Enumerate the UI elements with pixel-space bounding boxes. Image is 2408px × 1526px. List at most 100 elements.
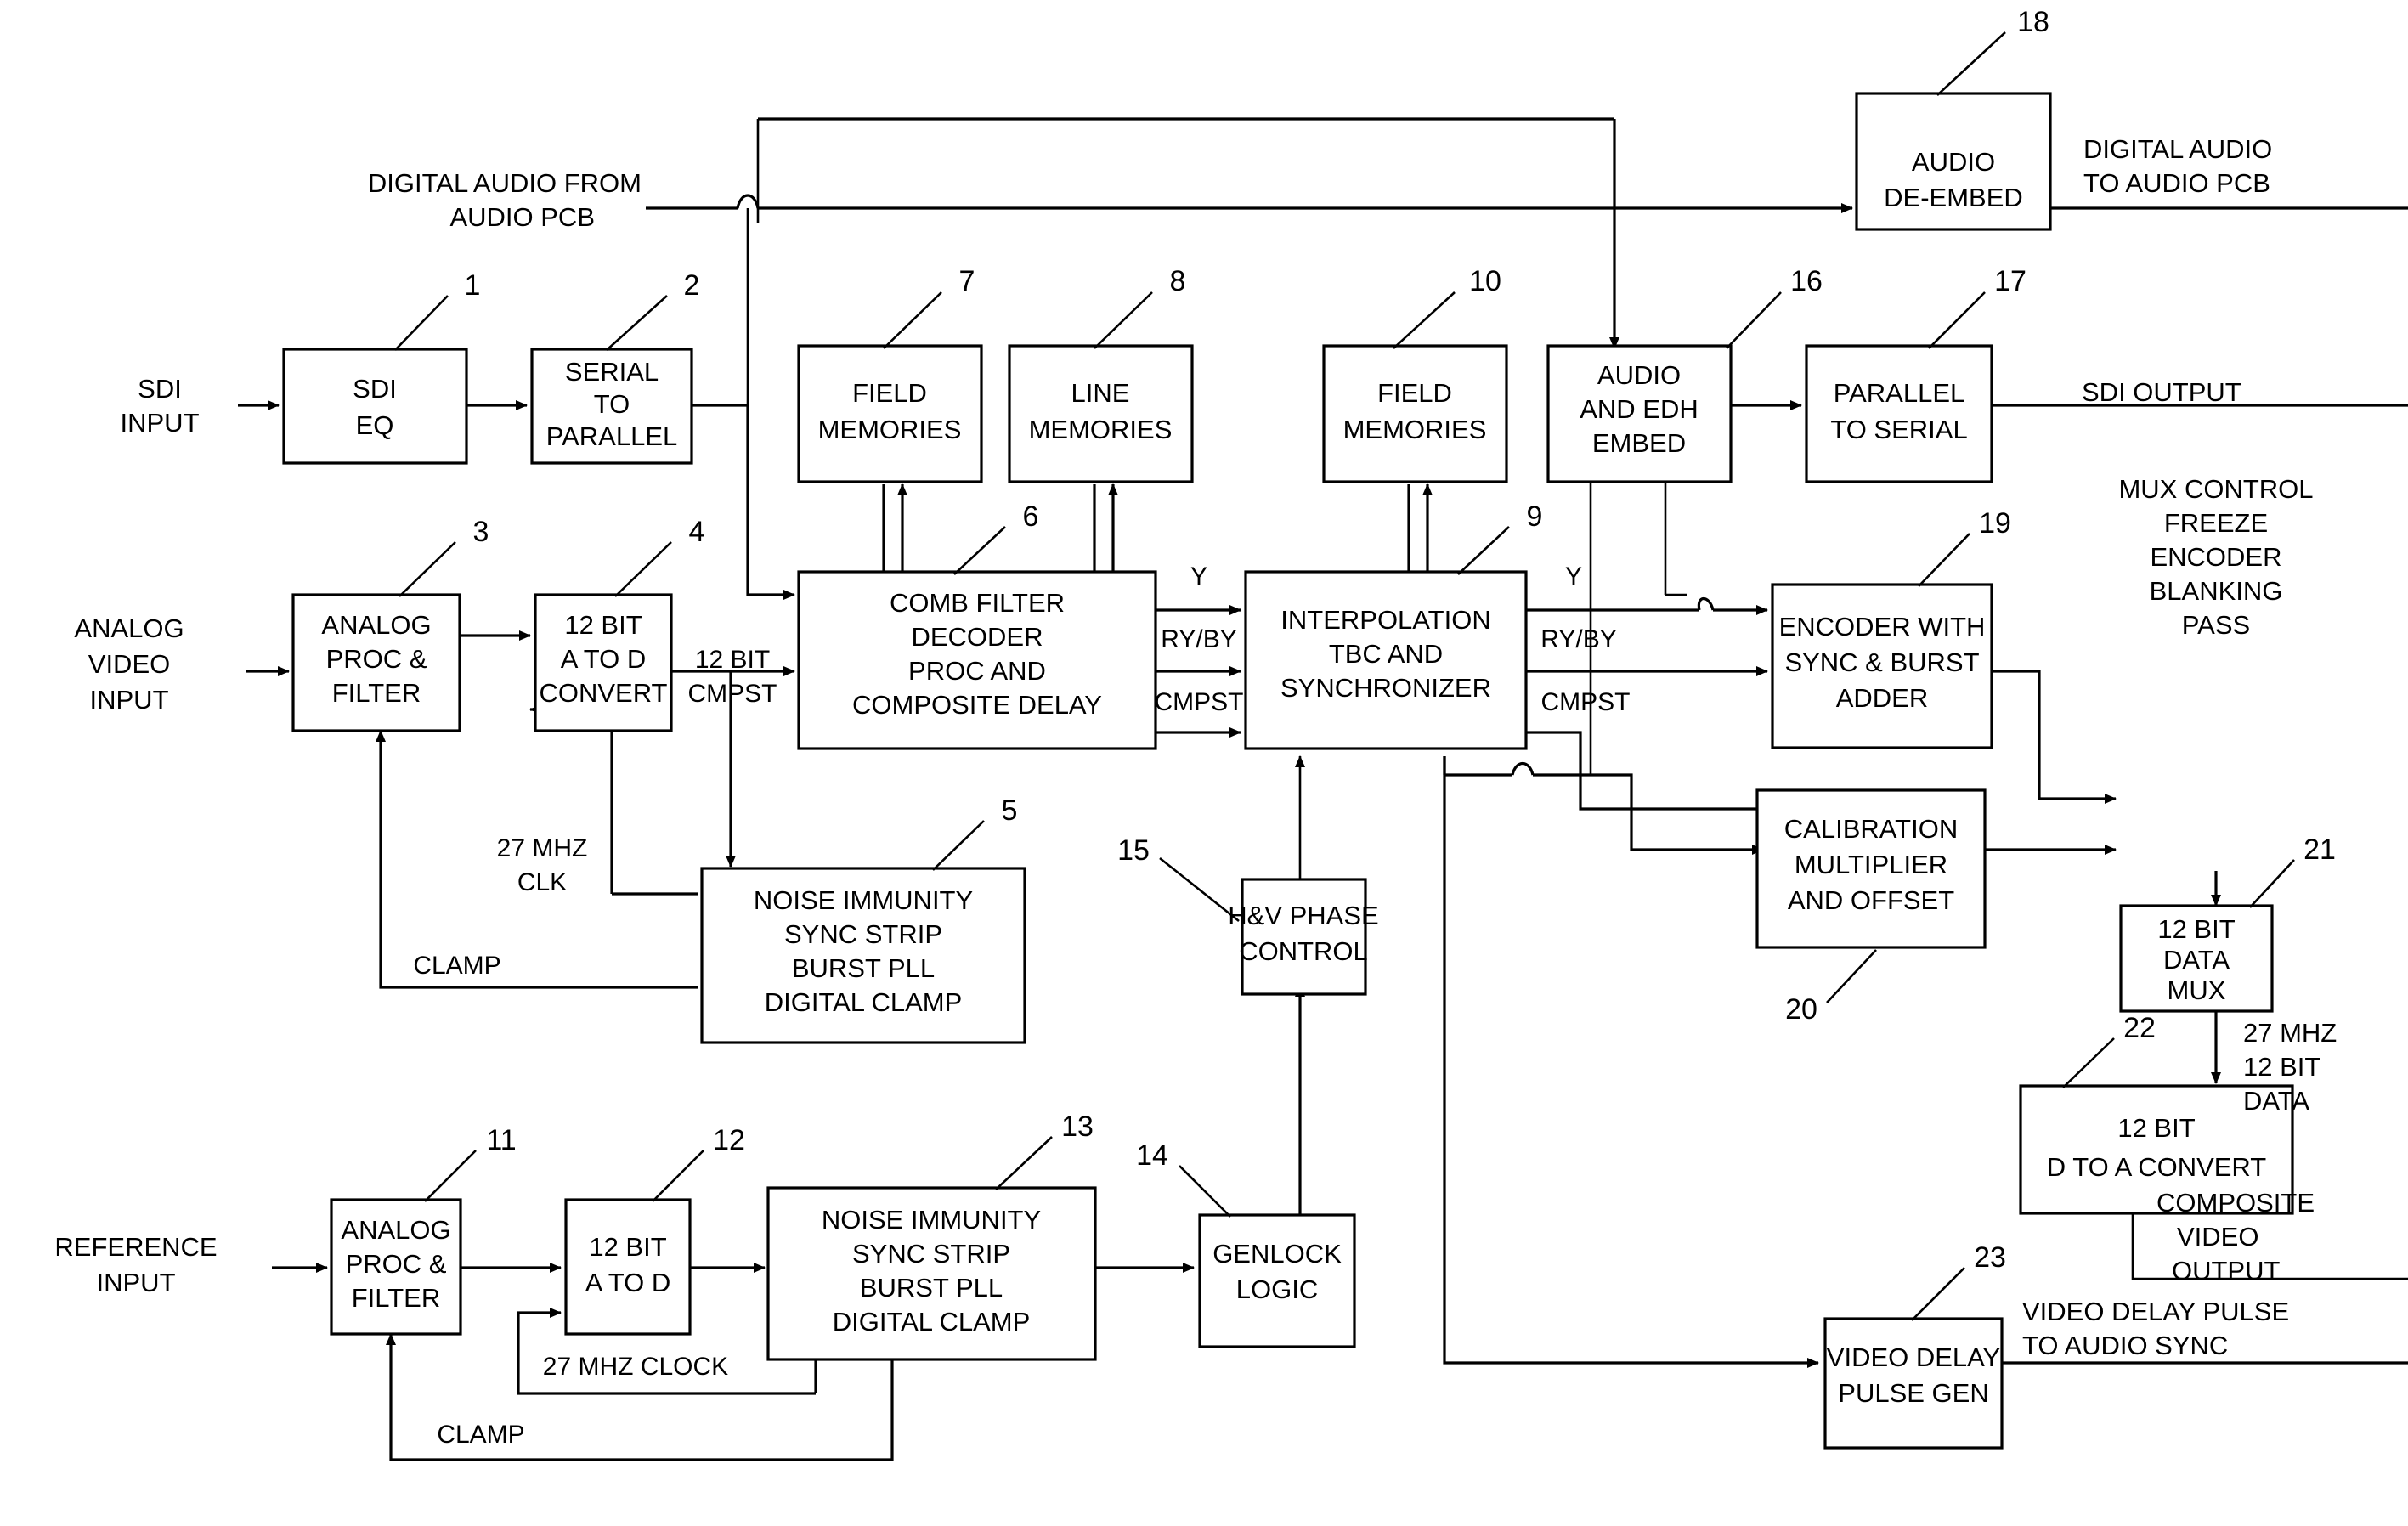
block-label-line: AUDIO [1912, 147, 1995, 177]
svg-text:SDI OUTPUT: SDI OUTPUT [2082, 377, 2241, 407]
block-a-to-d-convert-4[interactable]: 12 BIT A TO D CONVERT [534, 593, 673, 732]
label-composite-video-output: COMPOSITE VIDEO OUTPUT [2156, 1188, 2315, 1286]
block-label-line: MEMORIES [818, 415, 962, 444]
block-calibration-multiplier-offset[interactable]: CALIBRATION MULTIPLIER AND OFFSET [1755, 788, 1987, 949]
label-digital-audio-to-audio-pcb: DIGITAL AUDIO TO AUDIO PCB [2083, 134, 2272, 198]
block-label-line: VIDEO DELAY [1827, 1342, 2000, 1372]
block-label-line: MEMORIES [1343, 415, 1487, 444]
block-comb-filter-decoder[interactable]: COMB FILTER DECODER PROC AND COMPOSITE D… [797, 570, 1157, 750]
svg-text:COMPOSITE: COMPOSITE [2156, 1188, 2315, 1218]
block-label-line: EMBED [1592, 428, 1686, 458]
block-label-line: SYNC STRIP [784, 919, 942, 949]
block-audio-edh-embed[interactable]: AUDIO AND EDH EMBED [1546, 344, 1733, 483]
block-noise-immunity-5[interactable]: NOISE IMMUNITY SYNC STRIP BURST PLL DIGI… [700, 867, 1026, 1044]
svg-text:PASS: PASS [2182, 610, 2250, 640]
block-label-line: D TO A CONVERT [2047, 1152, 2266, 1182]
block-label-line: TO SERIAL [1830, 415, 1967, 444]
block-label-line: INTERPOLATION [1280, 605, 1490, 635]
ref-numeral: 18 [2017, 6, 2049, 38]
svg-text:INPUT: INPUT [90, 685, 169, 715]
ref-numeral: 16 [1790, 265, 1823, 297]
ref-numeral: 17 [1994, 265, 2026, 297]
svg-text:ANALOG: ANALOG [74, 613, 184, 643]
leader-14: 14 [1136, 1139, 1231, 1218]
block-label-line: PARALLEL [1834, 378, 1965, 408]
svg-text:27 MHZ CLOCK: 27 MHZ CLOCK [543, 1353, 728, 1381]
leader-11: 11 [424, 1124, 517, 1202]
label-27mhz-clock-lower: 27 MHZ CLOCK [543, 1353, 728, 1381]
block-label-line: AND EDH [1580, 394, 1699, 424]
leader-16: 16 [1726, 265, 1823, 349]
label-reference-input: REFERENCE INPUT [54, 1232, 217, 1297]
ref-numeral: 13 [1061, 1111, 1094, 1143]
ref-numeral: 23 [1974, 1241, 2006, 1274]
svg-text:12 BIT: 12 BIT [695, 646, 770, 674]
svg-text:CMPST: CMPST [688, 680, 777, 708]
label-sdi-input: SDI INPUT [121, 374, 200, 438]
leader-4: 4 [614, 516, 704, 597]
label-12bit-cmpst: 12 BIT CMPST [688, 646, 777, 708]
block-a-to-d-12[interactable]: 12 BIT A TO D [564, 1198, 692, 1336]
svg-text:CLAMP: CLAMP [413, 952, 500, 980]
block-genlock-logic[interactable]: GENLOCK LOGIC [1198, 1213, 1356, 1348]
block-label-line: TO [594, 389, 630, 419]
block-hv-phase-control[interactable]: H&V PHASE CONTROL [1228, 878, 1379, 996]
block-label-line: TBC AND [1329, 639, 1443, 669]
svg-text:Y: Y [1565, 562, 1582, 591]
ref-numeral: 14 [1136, 1139, 1168, 1172]
block-analog-proc-filter-3[interactable]: ANALOG PROC & FILTER [291, 593, 461, 732]
block-label-line: MULTIPLIER [1795, 850, 1947, 879]
ref-numeral: 20 [1785, 993, 1817, 1026]
ref-numeral: 22 [2123, 1012, 2156, 1044]
svg-text:27 MHZ: 27 MHZ [497, 834, 588, 862]
leader-19: 19 [1918, 507, 2011, 587]
svg-text:INPUT: INPUT [97, 1268, 176, 1297]
block-label-line: H&V PHASE [1228, 901, 1378, 930]
ref-numeral: 5 [1002, 794, 1018, 827]
leader-13: 13 [995, 1111, 1094, 1190]
block-label-line: SYNC STRIP [852, 1239, 1010, 1269]
block-label-line: A TO D [561, 644, 647, 674]
block-label-line: ANALOG [321, 610, 431, 640]
block-sdi-eq[interactable]: SDI EQ [282, 348, 468, 465]
leader-21: 21 [2249, 834, 2336, 908]
block-label-line: CALIBRATION [1784, 814, 1958, 844]
block-label-line: SERIAL [565, 357, 659, 387]
svg-text:CMPST: CMPST [1155, 688, 1244, 716]
block-encoder-sync-burst-adder[interactable]: ENCODER WITH SYNC & BURST ADDER [1771, 583, 1993, 749]
patent-figure: AUDIO DE-EMBED 18 SDI EQ 1 SERIAL TO PAR… [0, 0, 2408, 1526]
block-12bit-data-mux[interactable]: 12 BIT DATA MUX [2119, 904, 2274, 1013]
block-label-line: ENCODER WITH [1779, 612, 1986, 641]
svg-text:MUX CONTROL: MUX CONTROL [2118, 474, 2313, 504]
block-label-line: AUDIO [1597, 360, 1681, 390]
block-label-line: A TO D [585, 1268, 671, 1297]
block-label-line: CONVERT [539, 678, 667, 708]
label-tbc-out-cmpst: CMPST [1541, 688, 1631, 716]
ref-numeral: 10 [1469, 265, 1501, 297]
block-label-line: ANALOG [341, 1215, 450, 1245]
block-line-memories-8[interactable]: LINE MEMORIES [1008, 344, 1194, 483]
block-label-line: PULSE GEN [1838, 1378, 1988, 1408]
block-serial-to-parallel[interactable]: SERIAL TO PARALLEL [530, 348, 693, 465]
leader-1: 1 [394, 269, 480, 351]
block-audio-de-embed[interactable]: AUDIO DE-EMBED [1855, 92, 2052, 231]
leader-15: 15 [1117, 834, 1240, 923]
block-parallel-to-serial[interactable]: PARALLEL TO SERIAL [1805, 344, 1993, 483]
block-field-memories-10[interactable]: FIELD MEMORIES [1322, 344, 1508, 483]
block-label-line: FIELD [1377, 378, 1452, 408]
block-label-line: CONTROL [1239, 936, 1368, 966]
block-analog-proc-filter-11[interactable]: ANALOG PROC & FILTER [330, 1198, 462, 1336]
block-label-line: BURST PLL [792, 953, 935, 983]
block-interpolation-tbc[interactable]: INTERPOLATION TBC AND SYNCHRONIZER [1244, 570, 1528, 750]
svg-text:Y: Y [1190, 562, 1207, 591]
block-label-line: 12 BIT [589, 1232, 666, 1262]
svg-text:ENCODER: ENCODER [2150, 542, 2281, 572]
block-noise-immunity-13[interactable]: NOISE IMMUNITY SYNC STRIP BURST PLL DIGI… [766, 1186, 1097, 1361]
block-label-line: PROC AND [908, 656, 1046, 686]
svg-text:DIGITAL AUDIO: DIGITAL AUDIO [2083, 134, 2272, 164]
ref-numeral: 19 [1979, 507, 2011, 540]
ref-numeral: 12 [713, 1124, 745, 1156]
block-field-memories-7[interactable]: FIELD MEMORIES [797, 344, 983, 483]
block-video-delay-pulse-gen[interactable]: VIDEO DELAY PULSE GEN [1823, 1317, 2004, 1450]
label-clamp-lower: CLAMP [437, 1421, 524, 1449]
